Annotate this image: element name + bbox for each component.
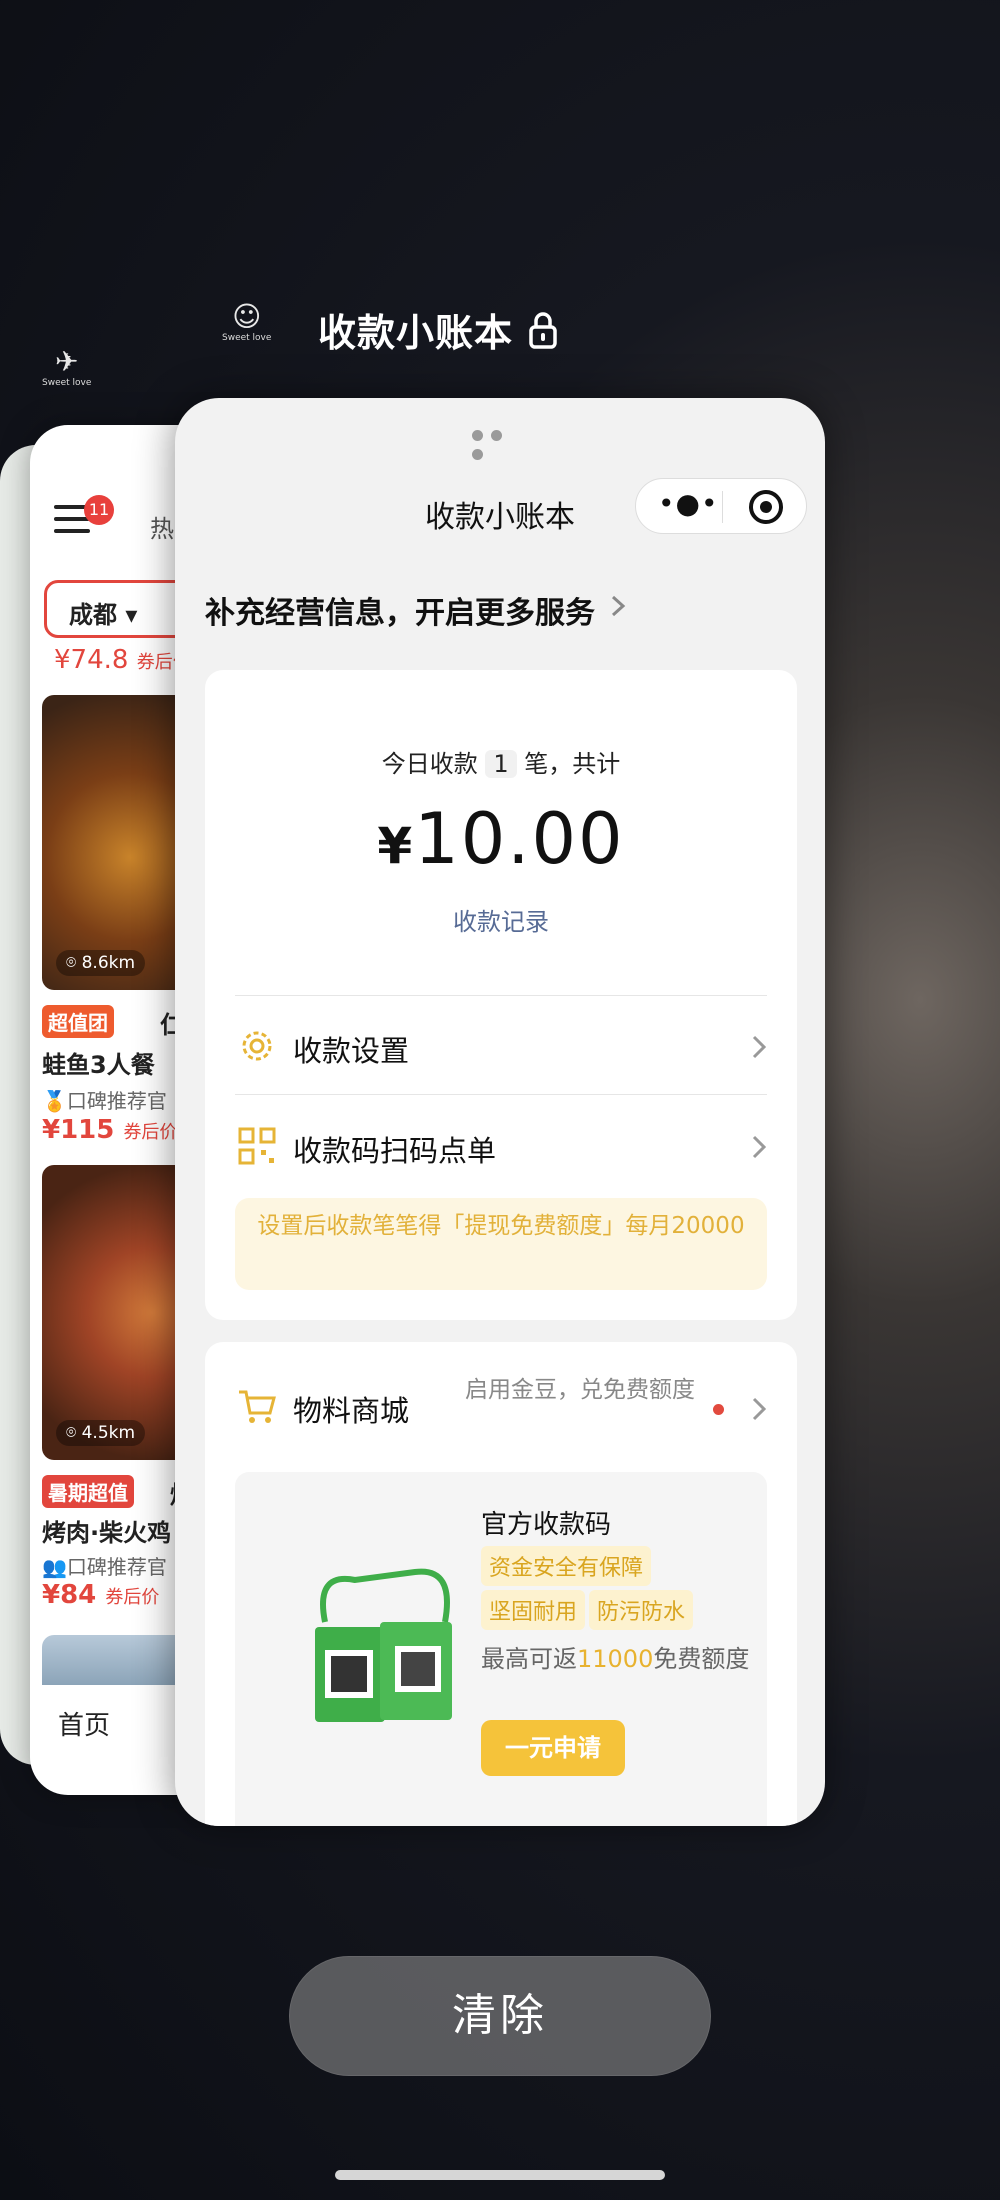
clear-button[interactable]: 清除 [289,1956,711,2076]
tab-home[interactable]: 首页 [58,1705,110,1742]
recommend-label: 👥口碑推荐官 [42,1555,167,1579]
deal-tag: 超值团 [42,1005,114,1038]
qrcode-icon [238,1127,276,1165]
top-price: ¥74.8 券后价 [54,645,191,675]
item-title: 蛙鱼3人餐 [42,1051,155,1079]
today-summary: 今日收款 1 笔，共计 [381,750,621,778]
hot-tab: 热 [150,515,174,543]
product-card[interactable]: 官方收款码 资金安全有保障 坚固耐用 防污防水 最高可返11000免费额度 一元… [235,1472,767,1826]
deal-tag: 暑期超值 [42,1475,134,1508]
mini-program-card[interactable]: 收款小账本 •●• 补充经营信息，开启更多服务 今日收款 1 笔，共计 ¥10.… [175,398,825,1826]
distance-label: ⌾ 8.6km [56,950,146,976]
wechat-app-icon: ☺ Sweet love [222,300,272,343]
chevron-right-icon [752,1397,767,1421]
drag-handle[interactable] [472,426,528,460]
chevron-right-icon [611,595,626,617]
recommend-label: 🏅口碑推荐官 [42,1089,167,1113]
divider [235,995,767,996]
close-mini-program-icon[interactable] [749,490,783,524]
item-price: ¥115 券后价 [42,1115,178,1145]
distance-label: ⌾ 4.5km [56,1420,146,1446]
feature-chip: 资金安全有保障 [481,1546,652,1586]
new-dot [713,1404,724,1415]
notification-badge: 11 [84,495,114,525]
promo-link[interactable]: 补充经营信息，开启更多服务 [205,588,595,632]
records-link[interactable]: 收款记录 [205,902,797,937]
capsule-menu: •●• [635,478,807,534]
gear-icon [242,1031,272,1061]
feature-chip: 坚固耐用 [481,1590,586,1630]
divider [235,1094,767,1095]
qrcode-lanyard-image [315,1568,452,1722]
product-title: 官方收款码 [481,1510,612,1540]
window-title: 收款小账本 [318,311,514,355]
chevron-right-icon [752,1135,767,1159]
home-indicator[interactable] [335,2170,665,2180]
qrcode-order[interactable]: 收款码扫码点单 [293,1128,496,1170]
tiktok-app-icon: ✈ Sweet love [42,345,92,388]
item-title: 烤肉·柴火鸡 [42,1519,172,1547]
apply-button[interactable]: 一元申请 [481,1720,625,1776]
summary-panel: 今日收款 1 笔，共计 ¥10.00 收款记录 收款设置 收款码扫码点单 设置后… [205,670,797,1320]
mall-hint: 启用金豆，兑免费额度 [465,1377,695,1403]
material-mall[interactable]: 物料商城 [293,1388,409,1430]
cart-icon [239,1390,276,1423]
lock-icon[interactable] [528,310,558,350]
material-mall-panel: 物料商城 启用金豆，兑免费额度 官方收款码 资金安全有保障 坚固耐用 防污防水 … [205,1342,797,1826]
city-label: 成都 [69,601,117,629]
product-description: 最高可返11000免费额度 [481,1645,750,1673]
more-icon[interactable]: •●• [658,487,718,520]
payment-settings[interactable]: 收款设置 [293,1028,409,1070]
capsule-divider [722,491,723,523]
item-price: ¥84 券后价 [42,1580,160,1610]
chevron-right-icon [752,1035,767,1059]
total-amount: ¥10.00 [377,798,625,880]
notice-banner: 设置后收款笔笔得「提现免费额度」每月20000 [235,1198,767,1290]
feature-chip: 防污防水 [589,1590,694,1630]
